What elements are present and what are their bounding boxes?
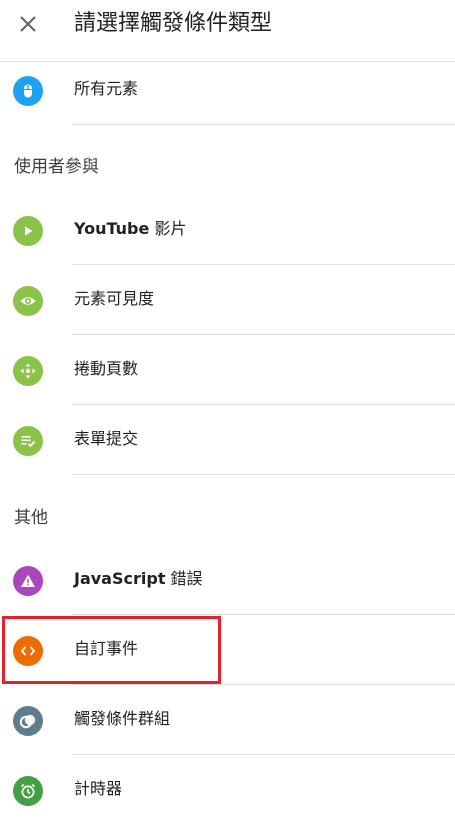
trigger-item-label: JavaScript 錯誤	[74, 568, 203, 590]
play-icon	[13, 216, 43, 246]
mouse-icon	[13, 76, 43, 106]
divider	[72, 124, 455, 125]
trigger-item-element-visibility[interactable]: 元素可見度	[0, 265, 455, 335]
trigger-item-youtube-video[interactable]: YouTube 影片	[0, 195, 455, 265]
group-icon	[13, 706, 43, 736]
eye-icon	[13, 286, 43, 316]
trigger-item-timer[interactable]: 計時器	[0, 755, 455, 823]
trigger-item-javascript-error[interactable]: JavaScript 錯誤	[0, 545, 455, 615]
alarm-icon	[13, 776, 43, 806]
trigger-item-label: 觸發條件群組	[74, 709, 171, 728]
label-rest: 錯誤	[165, 569, 203, 588]
scroll-icon	[13, 356, 43, 386]
trigger-item-label: 所有元素	[74, 79, 139, 98]
label-rest: 影片	[149, 219, 187, 238]
label-bold: JavaScript	[74, 569, 166, 588]
label-bold: YouTube	[74, 219, 150, 238]
trigger-item-label: 自訂事件	[74, 639, 139, 658]
trigger-item-label: YouTube 影片	[74, 218, 186, 240]
trigger-item-label: 計時器	[74, 779, 123, 798]
trigger-item-trigger-group[interactable]: 觸發條件群組	[0, 685, 455, 755]
section-label-user-engagement: 使用者參與	[14, 157, 99, 177]
dialog-title: 請選擇觸發條件類型	[74, 11, 273, 36]
trigger-item-scroll-depth[interactable]: 捲動頁數	[0, 335, 455, 405]
section-label-other: 其他	[14, 508, 48, 528]
dialog-header: 請選擇觸發條件類型	[0, 0, 455, 62]
form-check-icon	[13, 426, 43, 456]
close-button[interactable]	[12, 8, 44, 40]
code-icon	[13, 636, 43, 666]
close-icon	[20, 16, 36, 32]
trigger-item-form-submission[interactable]: 表單提交	[0, 405, 455, 475]
warning-icon	[13, 566, 43, 596]
trigger-item-all-elements[interactable]: 所有元素	[0, 55, 455, 125]
trigger-item-label: 表單提交	[74, 429, 139, 448]
trigger-item-label: 捲動頁數	[74, 359, 139, 378]
trigger-item-custom-event[interactable]: 自訂事件	[0, 615, 455, 685]
trigger-item-label: 元素可見度	[74, 289, 155, 308]
divider	[72, 474, 455, 475]
